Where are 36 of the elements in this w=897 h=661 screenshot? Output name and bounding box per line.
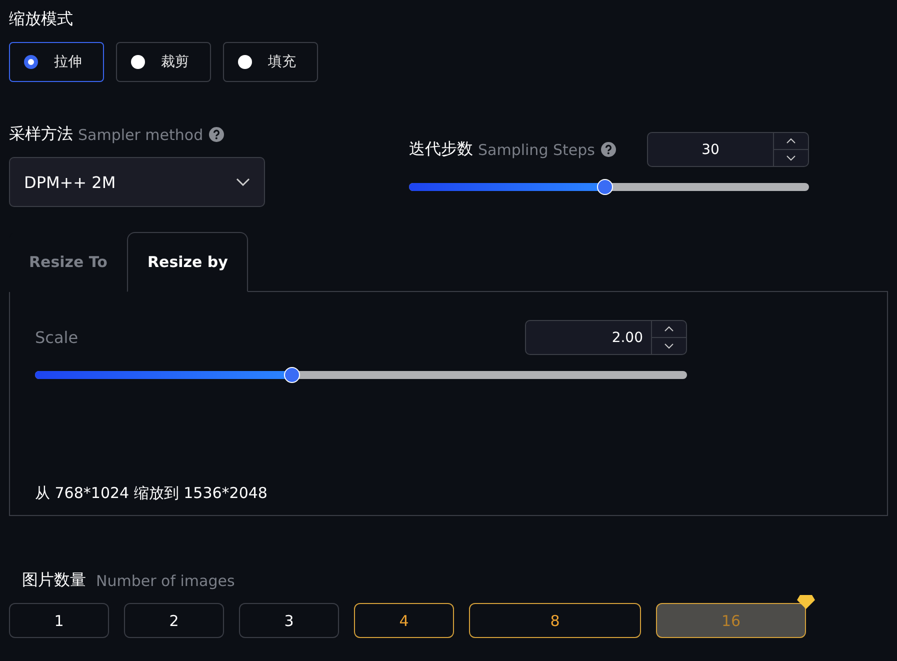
radio-option[interactable]: 填充 [223, 42, 318, 82]
slider-thumb[interactable] [597, 179, 613, 195]
section-title: 缩放模式 [9, 9, 73, 28]
chevron-down-icon [786, 155, 796, 161]
images-title: 图片数量 [22, 570, 86, 591]
radio-icon [238, 55, 252, 69]
radio-icon [24, 55, 38, 69]
chevron-down-icon [664, 343, 674, 349]
steps-title: 迭代步数 [409, 139, 473, 160]
chevron-up-icon [664, 326, 674, 332]
steps-stepper[interactable]: 30 [647, 132, 809, 167]
scale-stepper[interactable]: 2.00 [525, 320, 687, 355]
count-option[interactable]: 2 [124, 603, 224, 638]
radio-option[interactable]: 裁剪 [116, 42, 211, 82]
radio-option[interactable]: 拉伸 [9, 42, 104, 82]
help-icon[interactable] [209, 127, 224, 142]
scale-input[interactable]: 2.00 [526, 321, 651, 354]
count-option[interactable]: 3 [239, 603, 339, 638]
tab[interactable]: Resize by [127, 232, 248, 292]
sampler-title: 采样方法 [9, 124, 73, 145]
sampler-select[interactable]: DPM++ 2M [9, 157, 265, 207]
diamond-icon [796, 594, 816, 610]
images-subtitle: Number of images [96, 572, 235, 590]
radio-icon [131, 55, 145, 69]
chevron-down-icon [236, 178, 250, 186]
scale-label: Scale [35, 328, 78, 347]
steps-input[interactable]: 30 [648, 133, 773, 166]
resize-summary: 从 768*1024 缩放到 1536*2048 [35, 484, 268, 503]
help-icon[interactable] [600, 142, 616, 157]
count-option[interactable]: 4 [354, 603, 454, 638]
steps-subtitle: Sampling Steps [478, 140, 595, 158]
count-option[interactable]: 1 [9, 603, 109, 638]
count-option[interactable]: 8 [469, 603, 641, 638]
slider-thumb[interactable] [284, 367, 300, 383]
chevron-up-icon [786, 138, 796, 144]
sampler-subtitle: Sampler method [78, 126, 204, 144]
